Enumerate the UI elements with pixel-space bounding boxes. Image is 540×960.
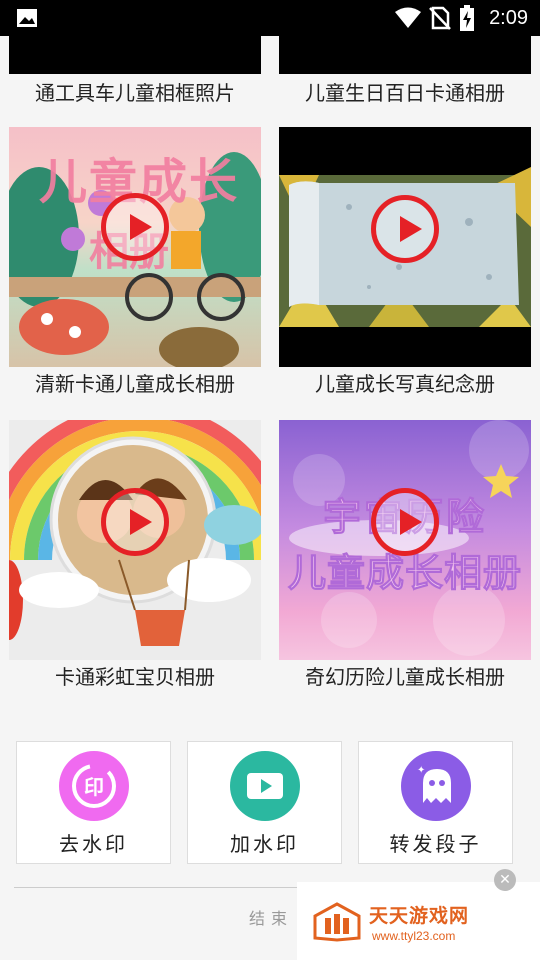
tool-label: 去水印 [59,832,128,856]
video-thumbnail[interactable] [9,36,261,74]
add-watermark-button[interactable]: 加水印 [187,741,342,864]
svg-text:✦: ✦ [417,765,425,776]
video-thumbnail[interactable] [9,420,261,660]
status-bar: 2:09 [0,0,540,36]
ad-url: www.ttyl23.com [372,929,456,943]
share-jokes-button[interactable]: ✦ 转发段子 [358,741,513,864]
site-logo-icon [313,902,361,942]
clock: 2:09 [489,6,528,29]
video-thumbnail[interactable]: 儿童成长 相册 [9,127,261,367]
template-title: 奇幻历险儿童成长相册 [305,665,505,689]
tool-label: 转发段子 [389,832,482,856]
close-ad-icon[interactable]: ✕ [494,869,516,891]
video-thumbnail[interactable] [279,127,531,367]
template-title: 通工具车儿童相框照片 [35,81,235,105]
video-thumbnail[interactable] [279,36,531,74]
add-watermark-icon [230,751,300,821]
template-title: 儿童成长写真纪念册 [315,372,495,396]
tool-label: 加水印 [230,832,299,856]
end-text: 结束 [249,909,294,928]
ghost-icon: ✦ [401,751,471,821]
ad-banner[interactable]: 天天游戏网 www.ttyl23.com [297,882,540,960]
template-title: 卡通彩虹宝贝相册 [55,665,215,689]
image-icon [17,9,37,27]
wifi-icon [395,7,422,28]
ad-title: 天天游戏网 [369,905,470,927]
battery-charging-icon [460,5,475,31]
template-title: 儿童生日百日卡通相册 [305,81,505,105]
template-title: 清新卡通儿童成长相册 [35,372,235,396]
remove-watermark-icon: 印 [59,751,129,821]
video-thumbnail[interactable]: 宇宙历险 儿童成长相册 [279,420,531,660]
play-button[interactable] [101,488,169,556]
play-button[interactable] [371,195,439,263]
play-button[interactable] [371,488,439,556]
remove-watermark-button[interactable]: 印 去水印 [16,741,171,864]
no-sim-icon [429,6,451,30]
play-button[interactable] [101,193,169,261]
svg-text:印: 印 [84,775,104,799]
